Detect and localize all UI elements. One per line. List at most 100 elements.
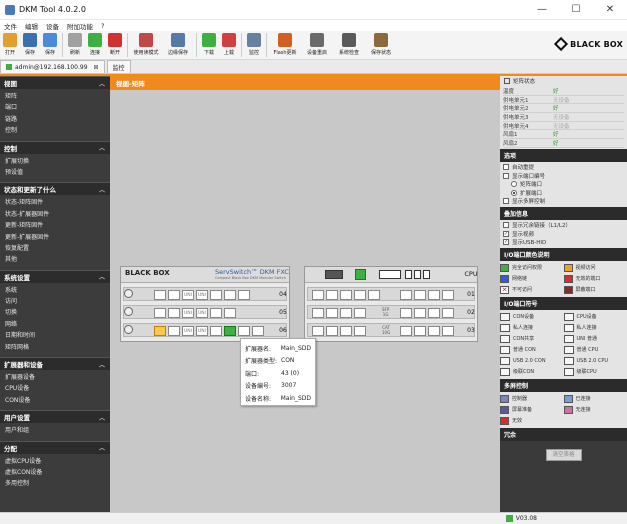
sidebar-item[interactable]: 矩阵网格 xyxy=(0,342,110,353)
port-full-access[interactable] xyxy=(224,326,236,336)
sidebar-item[interactable]: 用户和组 xyxy=(0,425,110,436)
chevron-up-icon[interactable]: ︿ xyxy=(99,360,105,369)
maximize-button[interactable]: ☐ xyxy=(559,0,593,20)
toolbar-button[interactable]: 使用读模式 xyxy=(130,31,162,60)
sidebar-item[interactable]: 恢复配置 xyxy=(0,243,110,254)
slot[interactable] xyxy=(168,326,180,336)
slot-uni[interactable]: UNI xyxy=(196,290,208,300)
show-redundant-checkbox[interactable]: 显示冗余链接（L1/L2） xyxy=(503,221,624,230)
slot[interactable] xyxy=(354,326,366,336)
toolbar-button[interactable]: 刷新 xyxy=(65,31,85,60)
show-usb-hid-checkbox[interactable]: ✓ 显示USB-HID xyxy=(503,238,624,247)
minimize-button[interactable]: — xyxy=(525,0,559,20)
menu-help[interactable]: ? xyxy=(101,22,104,30)
slot[interactable] xyxy=(210,308,222,318)
slot[interactable] xyxy=(400,290,412,300)
slot[interactable] xyxy=(428,326,440,336)
slot[interactable] xyxy=(238,326,250,336)
slot[interactable] xyxy=(414,308,426,318)
sidebar-item[interactable]: 端口 xyxy=(0,102,110,113)
slot[interactable] xyxy=(326,290,338,300)
toolbar-button[interactable]: 保存 xyxy=(40,31,60,60)
slot[interactable] xyxy=(442,326,454,336)
toolbar-button[interactable]: 断开 xyxy=(105,31,125,60)
slot[interactable] xyxy=(428,308,440,318)
sidebar-item[interactable]: 更新-矩阵固件 xyxy=(0,220,110,231)
sidebar-item[interactable]: 更新-扩展器固件 xyxy=(0,232,110,243)
chevron-up-icon[interactable]: ︿ xyxy=(99,272,105,281)
slot-uni[interactable]: UNI xyxy=(182,326,194,336)
sidebar-item[interactable]: 多用控制 xyxy=(0,478,110,489)
slot[interactable] xyxy=(238,290,250,300)
clear-table-button[interactable]: 清空表格 xyxy=(545,448,582,461)
chevron-up-icon[interactable]: ︿ xyxy=(99,79,105,88)
sidebar-item[interactable]: 链路 xyxy=(0,114,110,125)
sidebar-section-header[interactable]: 扩展器和设备 ︿ xyxy=(0,357,110,371)
slot[interactable] xyxy=(340,326,352,336)
port-video-access[interactable] xyxy=(154,326,166,336)
slot[interactable] xyxy=(312,308,324,318)
slot[interactable] xyxy=(168,290,180,300)
chevron-up-icon[interactable]: ︿ xyxy=(99,143,105,152)
slot[interactable] xyxy=(326,308,338,318)
sidebar-item[interactable]: 虚拟CON设备 xyxy=(0,467,110,478)
sidebar-item[interactable]: 其他 xyxy=(0,254,110,265)
sidebar-section-header[interactable]: 用户设置 ︿ xyxy=(0,410,110,424)
slot-uni[interactable]: UNI xyxy=(182,308,194,318)
auto-refresh-checkbox[interactable]: 自动重提 xyxy=(503,163,624,172)
slot[interactable] xyxy=(414,326,426,336)
slot[interactable] xyxy=(224,308,236,318)
toolbar-button[interactable]: 监控 xyxy=(244,31,264,60)
toolbar-button[interactable]: 上载 xyxy=(219,31,239,60)
extender-port-radio[interactable]: 扩展端口 xyxy=(503,189,624,198)
chevron-up-icon[interactable]: ︿ xyxy=(99,185,105,194)
toolbar-button[interactable]: 下载 xyxy=(199,31,219,60)
slot-uni[interactable]: UNI xyxy=(196,326,208,336)
sidebar-section-header[interactable]: 分配 ︿ xyxy=(0,440,110,454)
sidebar-section-header[interactable]: 控制 ︿ xyxy=(0,140,110,154)
slot[interactable] xyxy=(368,290,380,300)
close-button[interactable]: ✕ xyxy=(593,0,627,20)
toolbar-button[interactable]: 保存 xyxy=(20,31,40,60)
toolbar-button[interactable]: 打开 xyxy=(0,31,20,60)
show-video-checkbox[interactable]: ✓ 显示视频 xyxy=(503,229,624,238)
chevron-up-icon[interactable]: ︿ xyxy=(99,413,105,422)
toolbar-button[interactable]: 设备重启 xyxy=(301,31,333,60)
slot[interactable] xyxy=(210,326,222,336)
slot[interactable] xyxy=(224,290,236,300)
slot[interactable] xyxy=(414,290,426,300)
sidebar-item[interactable]: 矩阵 xyxy=(0,91,110,102)
tab-session[interactable]: admin@192.168.100.99 ⊠ xyxy=(0,60,105,73)
slot[interactable] xyxy=(400,308,412,318)
slot[interactable] xyxy=(428,290,440,300)
slot-uni[interactable]: UNI xyxy=(196,308,208,318)
tab-close-icon[interactable]: ⊠ xyxy=(94,64,99,71)
sidebar-section-header[interactable]: 状态和更新了什么 ︿ xyxy=(0,182,110,196)
menu-extras[interactable]: 附加功能 xyxy=(67,21,93,31)
show-port-number-checkbox[interactable]: 显示端口编号 xyxy=(503,171,624,180)
slot[interactable] xyxy=(442,308,454,318)
sidebar-item[interactable]: 网络 xyxy=(0,319,110,330)
slot[interactable] xyxy=(154,290,166,300)
toolbar-button[interactable]: 边缘保存 xyxy=(162,31,194,60)
sidebar-section-header[interactable]: 视图 ︿ xyxy=(0,76,110,89)
sidebar-item[interactable]: 状态-矩阵固件 xyxy=(0,197,110,208)
slot[interactable] xyxy=(168,308,180,318)
sidebar-item[interactable]: 系统 xyxy=(0,285,110,296)
slot[interactable] xyxy=(252,326,264,336)
toolbar-button[interactable]: 连接 xyxy=(85,31,105,60)
slot[interactable] xyxy=(340,308,352,318)
toolbar-button[interactable]: Flash更新 xyxy=(269,31,301,60)
show-multiscreen-checkbox[interactable]: 显示多屏控制 xyxy=(503,197,624,206)
menu-file[interactable]: 文件 xyxy=(4,21,17,31)
matrix-port-radio[interactable]: 矩阵端口 xyxy=(503,180,624,189)
toolbar-button[interactable]: 系统检查 xyxy=(333,31,365,60)
slot[interactable] xyxy=(354,290,366,300)
sidebar-item[interactable]: 状态-扩展器固件 xyxy=(0,209,110,220)
slot[interactable] xyxy=(442,290,454,300)
sidebar-item[interactable]: 访问 xyxy=(0,296,110,307)
slot[interactable] xyxy=(340,290,352,300)
sidebar-item[interactable]: 切换 xyxy=(0,307,110,318)
sidebar-item[interactable]: 扩展器设备 xyxy=(0,372,110,383)
slot[interactable] xyxy=(154,308,166,318)
